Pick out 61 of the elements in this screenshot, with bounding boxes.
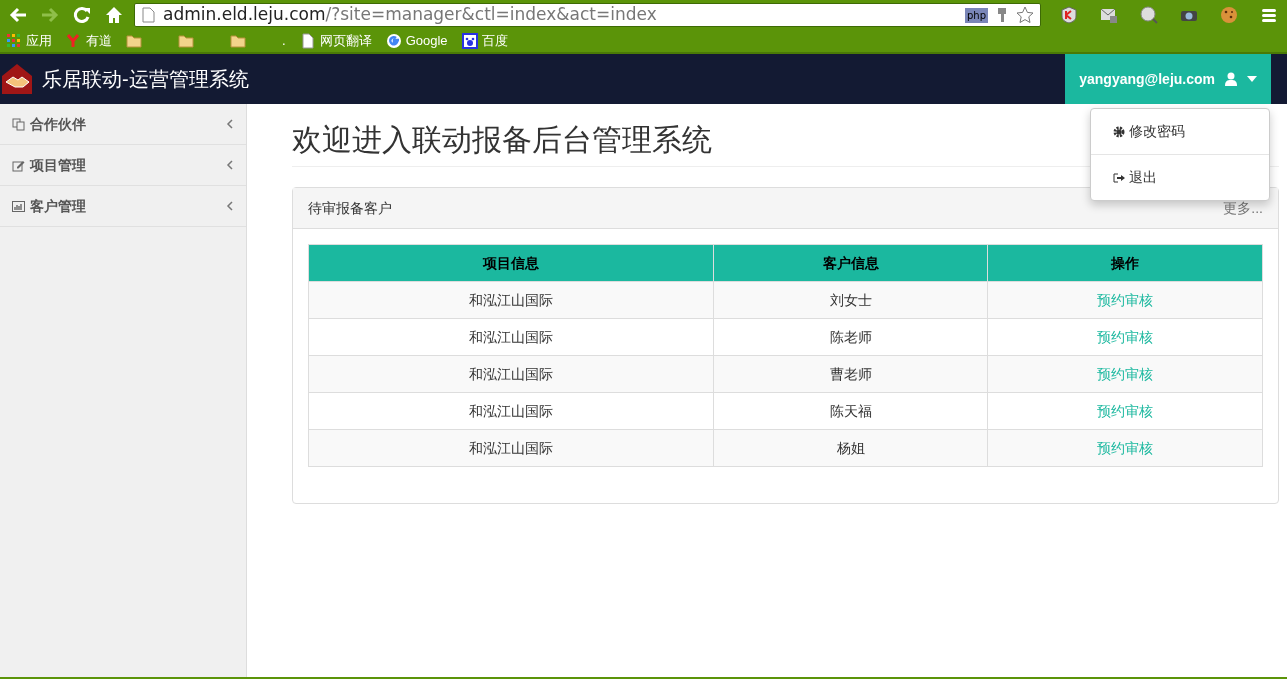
table-cell: 刘女士 xyxy=(713,281,988,319)
gear-icon xyxy=(1113,125,1125,138)
key-icon[interactable] xyxy=(996,7,1008,23)
address-bar[interactable]: admin.eld.leju.com/?site=manager&ctl=index&act=index php xyxy=(134,3,1041,27)
table-cell: 杨姐 xyxy=(713,429,988,467)
table-cell: 曹老师 xyxy=(713,355,988,393)
review-link[interactable]: 预约审核 xyxy=(1097,291,1154,308)
sidebar-item[interactable]: 项目管理 xyxy=(0,145,246,186)
menu-item[interactable]: 退出 xyxy=(1091,154,1269,196)
table-cell: 和泓江山国际 xyxy=(308,429,714,467)
bookmark-item[interactable] xyxy=(124,33,144,49)
table-cell: 陈老师 xyxy=(713,318,988,356)
folder-icon xyxy=(178,33,194,49)
bookmark-item[interactable] xyxy=(176,33,196,49)
table-cell: 和泓江山国际 xyxy=(308,355,714,393)
panel-title: 待审报备客户 xyxy=(308,198,392,218)
review-link[interactable]: 预约审核 xyxy=(1097,365,1154,382)
exit-arrow-icon xyxy=(1113,171,1125,184)
copy-icon xyxy=(12,117,25,131)
review-link[interactable]: 预约审核 xyxy=(1097,402,1154,419)
column-header: 客户信息 xyxy=(713,244,988,282)
table-cell: 和泓江山国际 xyxy=(308,392,714,430)
sidebar-item[interactable]: 客户管理 xyxy=(0,186,246,227)
folder-icon xyxy=(230,33,246,49)
magnifier-icon[interactable] xyxy=(1140,6,1158,24)
bookmark-item[interactable]: . xyxy=(280,31,288,51)
paw-icon xyxy=(461,33,478,49)
page-icon xyxy=(141,7,155,23)
table-cell: 陈天福 xyxy=(713,392,988,430)
bookmark-item[interactable] xyxy=(228,33,248,49)
folder-icon xyxy=(126,33,142,49)
bookmark-item[interactable]: Google xyxy=(383,31,450,51)
user-icon xyxy=(1225,72,1237,86)
page-icon xyxy=(299,33,316,49)
menu-icon[interactable] xyxy=(1260,6,1278,24)
app-title: 乐居联动-运营管理系统 xyxy=(42,67,249,92)
column-header: 项目信息 xyxy=(308,244,714,282)
bookmark-item[interactable]: 网页翻译 xyxy=(297,31,374,51)
user-menu-button[interactable]: yangyang@leju.com xyxy=(1065,54,1271,104)
bookmark-item[interactable]: 百度 xyxy=(459,31,510,51)
cookie-icon[interactable] xyxy=(1220,6,1238,24)
letter-y-icon xyxy=(66,33,82,49)
url-text: admin.eld.leju.com/?site=manager&ctl=index&act=index xyxy=(162,3,657,27)
column-header: 操作 xyxy=(987,244,1263,282)
php-badge[interactable]: php xyxy=(964,7,988,23)
table-cell: 和泓江山国际 xyxy=(308,318,714,356)
mail-icon[interactable] xyxy=(1100,6,1118,24)
more-link[interactable]: 更多... xyxy=(1223,197,1263,219)
bookmark-item[interactable]: 应用 xyxy=(4,31,54,51)
shield-icon[interactable] xyxy=(1060,6,1078,24)
sidebar-item[interactable]: 合作伙伴 xyxy=(0,104,246,145)
g-logo-icon xyxy=(385,33,402,49)
review-link[interactable]: 预约审核 xyxy=(1097,328,1154,345)
apps-grid-icon xyxy=(6,33,22,49)
bar-chart-icon xyxy=(12,199,25,213)
bookmark-item[interactable]: 有道 xyxy=(64,31,114,51)
table-cell: 和泓江山国际 xyxy=(308,281,714,319)
edit-icon xyxy=(12,158,25,172)
star-icon[interactable] xyxy=(1016,6,1034,24)
caret-icon xyxy=(1247,76,1257,82)
review-link[interactable]: 预约审核 xyxy=(1097,439,1154,456)
